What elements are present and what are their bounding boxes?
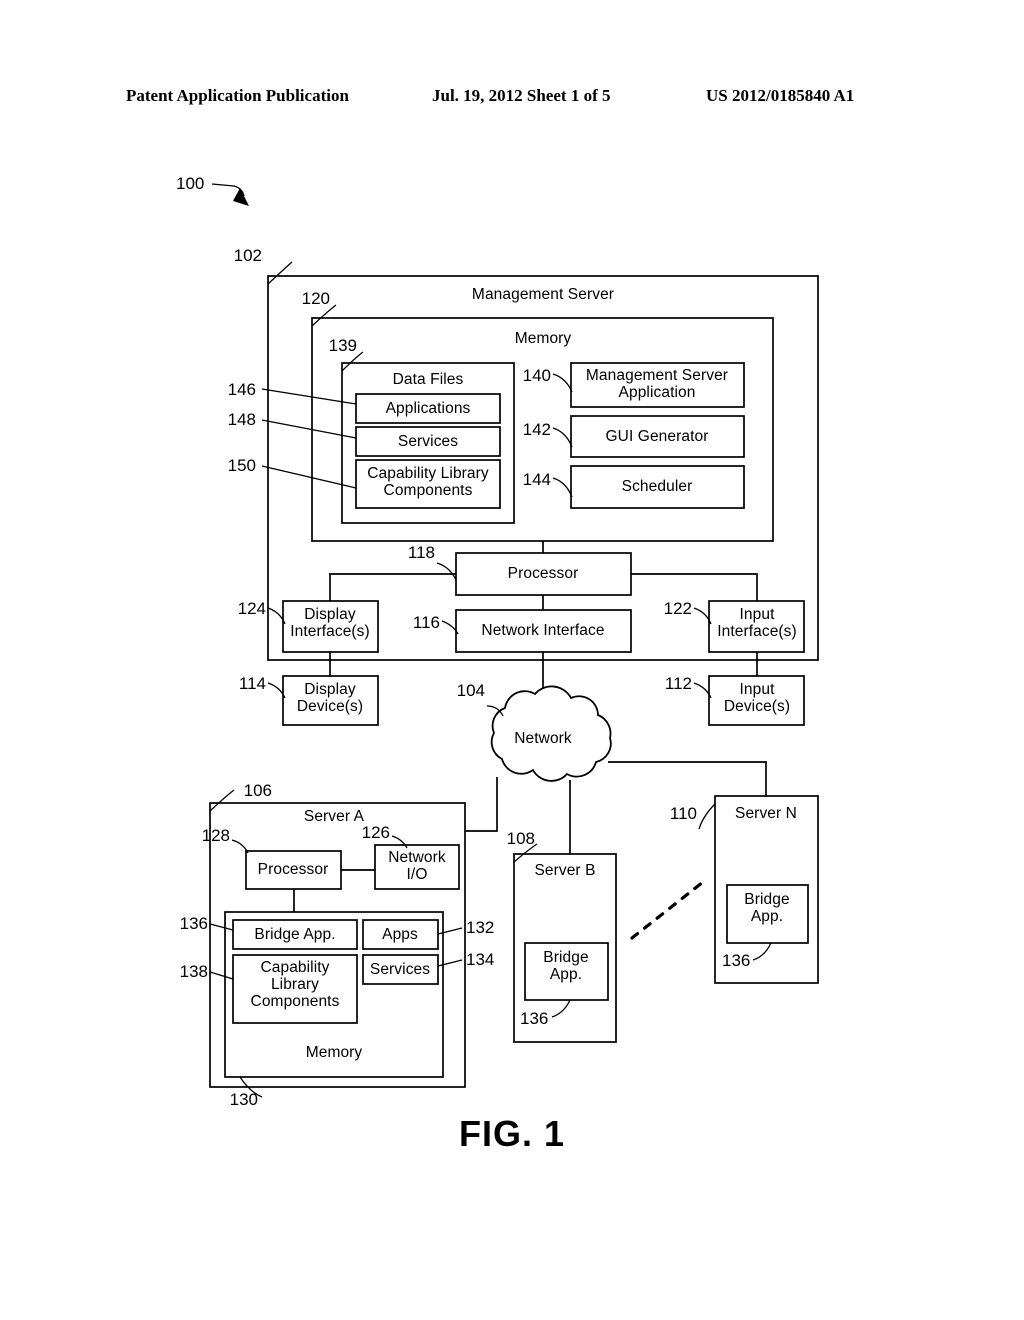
capability-library-label-a: Capability Library Components (250, 959, 340, 1010)
ref-102-leader (267, 261, 293, 285)
cloud-servera-link (465, 777, 498, 832)
ref-118: 118 (407, 543, 435, 562)
ref-106: 106 (243, 781, 272, 800)
bridge-app-label-n: Bridge App. (744, 891, 790, 925)
ref-132: 132 (466, 918, 495, 937)
ref-102: 102 (233, 246, 262, 265)
ref-136-b: 136 (520, 1009, 549, 1028)
memory-title: Memory (514, 330, 572, 347)
processor-inputif-link (631, 573, 758, 601)
gui-generator-label: GUI Generator (605, 428, 709, 445)
display-interface-label: Display Interface(s) (290, 606, 370, 640)
applications-label: Applications (385, 400, 471, 417)
bridge-app-label-a: Bridge App. (254, 926, 336, 943)
ref-112: 112 (664, 674, 692, 693)
ref-140: 140 (522, 366, 551, 385)
apps-label: Apps (382, 926, 418, 943)
ref-106-leader (209, 789, 235, 812)
ref-144-leader (552, 477, 573, 498)
ref-126-leader (391, 835, 408, 849)
server-a-processor-label: Processor (257, 861, 329, 878)
ref-134-leader (437, 959, 463, 967)
display-device-label: Display Device(s) (296, 681, 364, 715)
server-b-title: Server B (534, 862, 596, 879)
ref-148: 148 (227, 410, 256, 429)
scheduler-label: Scheduler (621, 478, 693, 495)
ref-150: 150 (227, 456, 256, 475)
figure-caption: FIG. 1 (458, 1113, 566, 1154)
ref-122: 122 (663, 599, 692, 618)
ref-100: 100 (176, 174, 205, 193)
network-io-label: Network I/O (388, 849, 446, 883)
server-continuation-dashes (630, 880, 705, 940)
ref-138: 138 (179, 962, 208, 981)
ref-126: 126 (361, 823, 390, 842)
ref-116: 116 (412, 613, 440, 632)
cloud-servern-link (608, 761, 767, 796)
network-label: Network (514, 730, 572, 747)
processor-displayif-link (329, 573, 456, 601)
processor-label: Processor (507, 565, 579, 582)
server-a-memory-title: Memory (305, 1044, 363, 1061)
ref-124: 124 (237, 599, 266, 618)
ref-114: 114 (238, 674, 266, 693)
ref-110: 110 (669, 804, 697, 823)
ref-142: 142 (522, 420, 551, 439)
ref-104: 104 (456, 681, 485, 700)
ref-144: 144 (522, 470, 551, 489)
ref-136a-leader (209, 923, 234, 931)
ref-110-leader (698, 803, 716, 830)
ref-139: 139 (328, 336, 357, 355)
services-label-a: Services (369, 961, 431, 978)
capability-library-label: Capability Library Components (367, 465, 489, 499)
ref-130: 130 (229, 1090, 258, 1109)
ref-136b-leader (551, 999, 571, 1018)
bridge-app-label-b: Bridge App. (543, 949, 589, 983)
management-server-title: Management Server (471, 286, 615, 303)
ref-136n-leader (752, 942, 772, 961)
server-a-title: Server A (303, 808, 365, 825)
network-interface-label: Network Interface (481, 622, 605, 639)
ref-120: 120 (301, 289, 330, 308)
ref-142-leader (552, 427, 573, 448)
ref-134: 134 (466, 950, 495, 969)
ref-132-leader (437, 927, 463, 935)
management-server-application-label: Management Server Application (585, 367, 729, 401)
ref-128: 128 (201, 826, 230, 845)
server-n-title: Server N (735, 805, 797, 822)
services-label: Services (397, 433, 459, 450)
ref-138-leader (209, 971, 234, 980)
system-arrowhead (233, 188, 249, 206)
ref-118-leader (436, 562, 457, 581)
input-interface-label: Input Interface(s) (717, 606, 797, 640)
ref-136-a: 136 (179, 914, 208, 933)
ref-136-n: 136 (722, 951, 751, 970)
ref-146: 146 (227, 380, 256, 399)
ref-140-leader (552, 373, 573, 393)
data-files-title: Data Files (392, 371, 464, 388)
input-device-label: Input Device(s) (723, 681, 791, 715)
ref-108: 108 (506, 829, 535, 848)
